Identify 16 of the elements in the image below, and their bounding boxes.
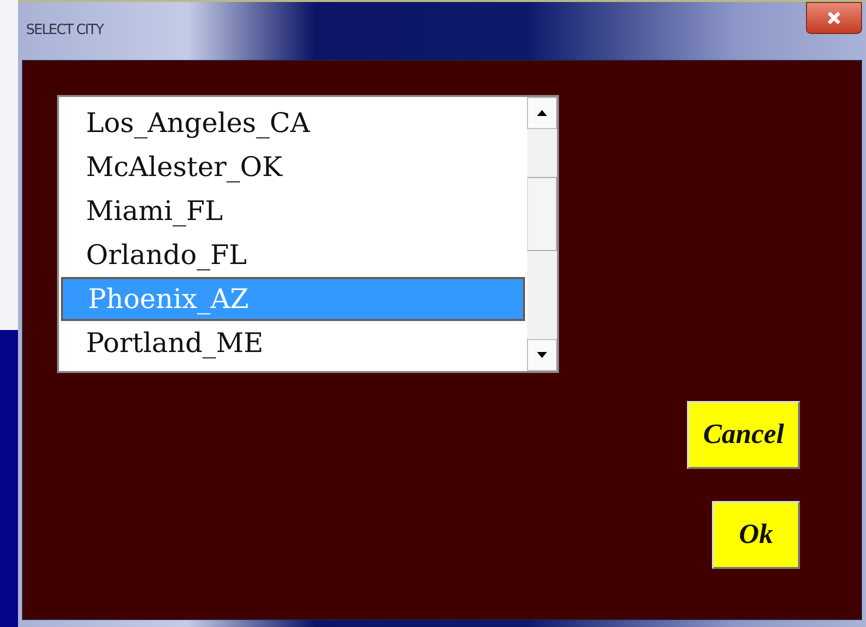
ok-button[interactable]: Ok xyxy=(712,501,800,569)
city-item[interactable]: McAlester_OK xyxy=(59,145,527,189)
close-icon xyxy=(826,10,842,26)
scroll-down-button[interactable] xyxy=(527,339,557,371)
down-arrow-icon xyxy=(537,352,547,358)
up-arrow-icon xyxy=(537,110,547,116)
cancel-button[interactable]: Cancel xyxy=(687,401,800,469)
city-item[interactable]: Portland_ME xyxy=(59,321,527,365)
scroll-thumb[interactable] xyxy=(527,177,557,251)
city-item[interactable]: Miami_FL xyxy=(59,189,527,233)
city-item[interactable]: Los_Angeles_CA xyxy=(59,101,527,145)
window-title: SELECT CITY xyxy=(26,22,104,38)
scroll-up-button[interactable] xyxy=(527,97,557,129)
close-button[interactable] xyxy=(806,2,862,34)
city-item[interactable]: Orlando_FL xyxy=(59,233,527,277)
scrollbar[interactable] xyxy=(527,97,557,371)
